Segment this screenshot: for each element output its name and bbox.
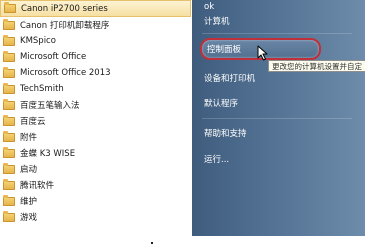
default-programs-item[interactable]: 默认程序 (204, 94, 238, 112)
program-folder-canon-uninstall[interactable]: Canon 打印机卸载程序 (0, 17, 192, 33)
all-programs-panel: Canon iP2700 series Canon 打印机卸载程序 KMSpic… (0, 0, 192, 236)
folder-icon (3, 146, 15, 158)
control-panel-label: 控制面板 (207, 45, 242, 55)
folder-icon (3, 114, 15, 126)
tooltip-text: 更改您的计算机设置并自定 (272, 61, 362, 71)
folder-icon (3, 82, 15, 94)
program-folder-label: Canon iP2700 series (21, 3, 108, 14)
program-folder-label: 启动 (20, 165, 38, 175)
program-folder-label: 百度五笔输入法 (20, 101, 80, 111)
control-panel-tooltip: 更改您的计算机设置并自定 (268, 60, 365, 72)
program-folder-canon-ip2700[interactable]: Canon iP2700 series (0, 0, 191, 17)
program-folder-maintenance[interactable]: 维护 (0, 193, 192, 209)
folder-icon (3, 194, 15, 206)
folder-icon (3, 178, 15, 190)
program-folder-games[interactable]: 游戏 (0, 209, 192, 225)
program-folder-label: 腾讯软件 (20, 181, 55, 191)
menu-separator (202, 118, 352, 119)
program-folder-kingdee[interactable]: 金蝶 K3 WISE (0, 145, 192, 161)
program-folder-microsoft-office-2013[interactable]: Microsoft Office 2013 (0, 65, 192, 81)
bottom-mark (151, 242, 153, 244)
program-folder-label: Microsoft Office (20, 52, 87, 62)
run-item[interactable]: 运行... (204, 150, 229, 168)
program-folder-label: TechSmith (20, 84, 64, 94)
menu-separator (202, 33, 352, 34)
program-folder-label: 游戏 (20, 213, 38, 223)
help-support-item[interactable]: 帮助和支持 (204, 124, 247, 142)
devices-printers-item[interactable]: 设备和打印机 (204, 69, 255, 87)
program-folder-label: 附件 (20, 133, 38, 143)
folder-icon (3, 98, 15, 110)
program-folder-label: Microsoft Office 2013 (20, 68, 111, 78)
start-menu-right-panel: ok 计算机 控制面板 设备和打印机 默认程序 帮助和支持 运行... (192, 0, 365, 236)
program-folder-microsoft-office[interactable]: Microsoft Office (0, 49, 192, 65)
folder-icon (3, 162, 15, 174)
program-folder-label: 百度云 (20, 117, 46, 127)
program-folder-label: Canon 打印机卸载程序 (20, 21, 110, 31)
program-folder-techsmith[interactable]: TechSmith (0, 81, 192, 97)
computer-label: 计算机 (204, 17, 230, 27)
help-support-label: 帮助和支持 (204, 129, 247, 139)
default-programs-label: 默认程序 (204, 99, 239, 109)
computer-item[interactable]: 计算机 (204, 12, 230, 30)
program-folder-baidu-yun[interactable]: 百度云 (0, 113, 192, 129)
program-folder-baidu-wubi[interactable]: 百度五笔输入法 (0, 97, 192, 113)
user-folder-label: ok (204, 2, 215, 12)
program-folder-kmspico[interactable]: KMSpico (0, 33, 192, 49)
folder-icon (3, 50, 15, 62)
mouse-pointer-icon (257, 45, 268, 61)
run-label: 运行... (204, 155, 230, 165)
folder-icon (3, 18, 15, 30)
program-folder-label: 金蝶 K3 WISE (20, 149, 76, 159)
folder-icon (4, 2, 16, 13)
program-list: Canon iP2700 series Canon 打印机卸载程序 KMSpic… (0, 0, 192, 225)
folder-icon (3, 66, 15, 78)
folder-icon (3, 210, 15, 222)
program-folder-label: 维护 (20, 197, 38, 207)
folder-icon (3, 130, 15, 142)
folder-icon (3, 34, 15, 46)
program-folder-startup[interactable]: 启动 (0, 161, 192, 177)
program-folder-accessories[interactable]: 附件 (0, 129, 192, 145)
devices-printers-label: 设备和打印机 (204, 74, 256, 84)
program-folder-tencent[interactable]: 腾讯软件 (0, 177, 192, 193)
bottom-strip (0, 236, 365, 251)
program-folder-label: KMSpico (20, 36, 56, 46)
